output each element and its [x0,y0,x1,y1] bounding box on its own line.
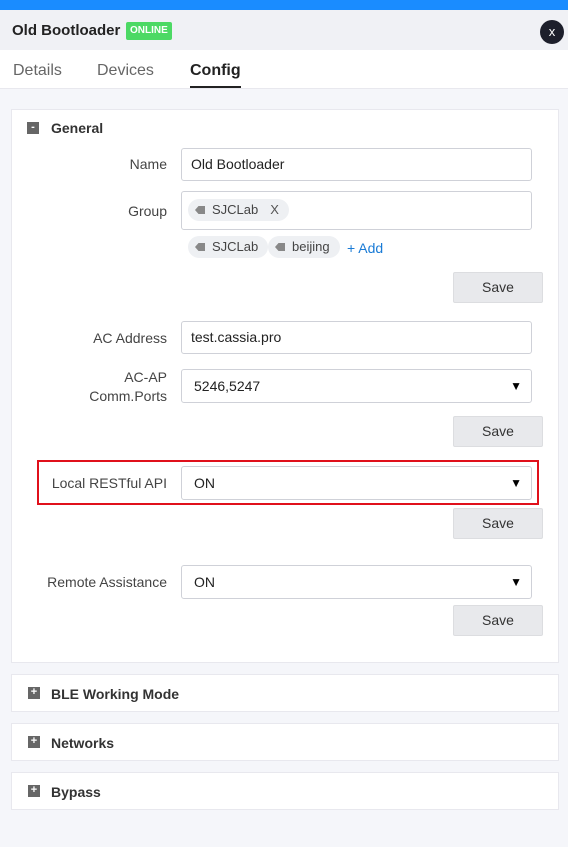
ac-ports-label: AC-AP Comm.Ports [89,369,167,404]
tab-config[interactable]: Config [190,62,241,88]
name-input[interactable]: Old Bootloader [181,148,532,181]
close-icon[interactable]: x [540,20,564,44]
status-badge: ONLINE [126,22,172,40]
section-bypass[interactable]: + Bypass [11,772,559,810]
section-title: Networks [51,735,115,751]
panel-header: Old Bootloader ONLINE x [0,10,568,50]
save-ac-button[interactable]: Save [453,416,543,447]
collapse-icon[interactable]: - [27,122,39,134]
tab-details[interactable]: Details [13,62,62,80]
expand-icon: + [28,785,40,797]
remote-assistance-select[interactable]: ON ▼ [181,565,532,599]
section-networks[interactable]: + Networks [11,723,559,761]
chevron-down-icon: ▼ [510,575,522,589]
section-ble-working-mode[interactable]: + BLE Working Mode [11,674,559,712]
ac-address-label: AC Address [93,330,167,346]
top-accent-bar [0,0,568,10]
add-group-link[interactable]: + Add [347,240,383,256]
group-label: Group [128,203,167,219]
save-remote-button[interactable]: Save [453,605,543,636]
ac-ports-select[interactable]: 5246,5247 ▼ [181,369,532,403]
group-tag-option-sjclab[interactable]: SJCLab [188,236,269,258]
section-title: BLE Working Mode [51,686,180,702]
expand-icon: + [28,736,40,748]
remove-tag-button[interactable]: X [270,202,279,217]
group-tag-selected: SJCLab X [188,199,289,221]
tag-icon [275,243,285,251]
chevron-down-icon: ▼ [510,476,522,490]
group-tag-option-beijing[interactable]: beijing [268,236,340,258]
expand-icon: + [28,687,40,699]
tag-icon [195,206,205,214]
save-group-button[interactable]: Save [453,272,543,303]
tab-bar: Details Devices Config [0,50,568,89]
restful-api-label: Local RESTful API [51,475,167,491]
general-section-title[interactable]: General [51,120,103,136]
name-label: Name [129,156,167,172]
save-restful-button[interactable]: Save [453,508,543,539]
device-title: Old Bootloader [12,22,121,39]
section-title: Bypass [51,784,101,800]
tab-devices[interactable]: Devices [97,62,154,80]
chevron-down-icon: ▼ [510,379,522,393]
tag-icon [195,243,205,251]
remote-assistance-label: Remote Assistance [47,574,167,590]
ac-address-input[interactable]: test.cassia.pro [181,321,532,354]
restful-api-select[interactable]: ON ▼ [181,466,532,500]
